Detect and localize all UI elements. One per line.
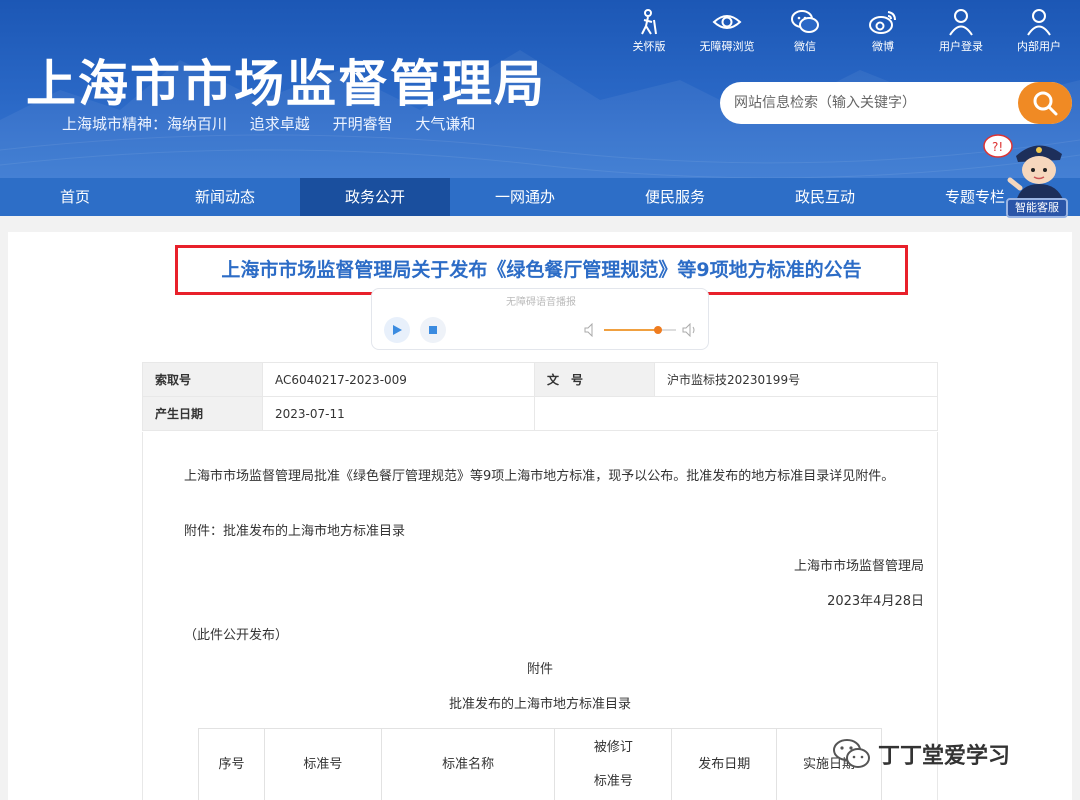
tool-label: 关怀版: [632, 40, 666, 53]
standards-table: 序号 标准号 标准名称 被修订 标准号 发布日期 实施日期: [198, 728, 882, 800]
wechat-icon: [791, 10, 819, 33]
play-button[interactable]: [384, 317, 410, 343]
assistant-avatar-icon: ?!: [983, 134, 1064, 202]
meta-label: 产生日期: [142, 396, 263, 431]
elder-care-button[interactable]: 关怀版: [610, 8, 688, 56]
nav-item-interaction[interactable]: 政民互动: [750, 178, 900, 216]
watermark-text: 丁丁堂爱学习: [878, 744, 1011, 769]
tool-label: 无障碍浏览: [699, 40, 755, 53]
slogan-part: 开明睿智: [332, 115, 393, 133]
table-header: 序号: [198, 728, 265, 800]
meta-index-no: AC6040217-2023-009: [262, 362, 535, 397]
player-title: 无障碍语音播报: [506, 297, 576, 308]
tool-label: 用户登录: [939, 40, 983, 53]
svg-text:?!: ?!: [992, 140, 1003, 154]
slogan-part: 追求卓越: [249, 115, 310, 133]
header-toolbar: 关怀版 无障碍浏览 微信 微博 用户登录 内部用户: [610, 8, 1078, 56]
weibo-button[interactable]: 微博: [844, 8, 922, 56]
volume-low-icon: [584, 323, 593, 337]
play-icon: [393, 325, 402, 335]
site-header: 上海市市场监督管理局 上海城市精神：海纳百川 追求卓越 开明睿智 大气谦和 关怀…: [0, 0, 1080, 178]
meta-doc-no: 沪市监标技20230199号: [654, 362, 938, 397]
smart-assistant[interactable]: ?! 智能客服: [980, 130, 1076, 220]
nav-item-public-service[interactable]: 便民服务: [600, 178, 750, 216]
table-header: 标准名称: [380, 728, 556, 800]
assistant-label: 智能客服: [1006, 198, 1068, 218]
meta-label: 索取号: [142, 362, 263, 397]
table-header: 被修订 标准号: [554, 728, 673, 800]
stop-button[interactable]: [420, 317, 446, 343]
attachment-title: 批准发布的上海市地方标准目录: [448, 697, 631, 712]
site-title: 上海市市场监督管理局: [26, 55, 546, 113]
article-title: 上海市市场监督管理局关于发布《绿色餐厅管理规范》等9项地方标准的公告: [221, 259, 862, 281]
meta-date: 2023-07-11: [262, 396, 535, 431]
weibo-icon: [869, 11, 896, 34]
nav-item-government-affairs[interactable]: 政务公开: [300, 178, 450, 216]
wechat-button[interactable]: 微信: [766, 8, 844, 56]
attachment-heading: 附件: [526, 662, 553, 677]
meta-empty-cell: [654, 396, 938, 431]
slogan-part: 上海城市精神：海纳百川: [62, 115, 228, 133]
volume-knob[interactable]: [654, 326, 662, 334]
meta-empty-cell: [534, 396, 655, 431]
internal-user-button[interactable]: 内部用户: [1000, 8, 1078, 56]
table-header: 标准号: [263, 728, 382, 800]
search-icon: [1033, 91, 1058, 116]
search-input[interactable]: [720, 82, 1016, 124]
tool-label: 内部用户: [1017, 40, 1061, 53]
volume-slider[interactable]: [604, 326, 676, 334]
nav-item-news[interactable]: 新闻动态: [150, 178, 300, 216]
city-slogan: 上海城市精神：海纳百川 追求卓越 开明睿智 大气谦和: [62, 113, 493, 134]
internal-user-icon: [1027, 9, 1051, 36]
article-paragraph: 上海市市场监督管理局批准《绿色餐厅管理规范》等9项上海市地方标准，现予以公布。批…: [184, 469, 895, 484]
signature-date: 2023年4月28日: [827, 594, 924, 609]
eye-icon: [712, 15, 742, 29]
volume-high-icon: [682, 323, 695, 337]
publish-note: （此件公开发布）: [184, 628, 289, 643]
meta-label: 文 号: [534, 362, 655, 397]
volume-fill: [604, 329, 658, 331]
tool-label: 微信: [794, 40, 816, 53]
signature-org: 上海市市场监督管理局: [793, 559, 924, 574]
slogan-part: 大气谦和: [415, 115, 476, 133]
main-nav: 首页 新闻动态 政务公开 一网通办 便民服务 政民互动 专题专栏: [0, 178, 1080, 216]
table-header-row: 序号 标准号 标准名称 被修订 标准号 发布日期 实施日期: [198, 728, 882, 800]
site-search: [720, 82, 1072, 124]
nav-item-one-stop-service[interactable]: 一网通办: [450, 178, 600, 216]
table-header: 发布日期: [671, 728, 778, 800]
user-icon: [949, 9, 973, 36]
search-button[interactable]: [1018, 82, 1072, 124]
document-metadata: 索取号 AC6040217-2023-009 文 号 沪市监标技20230199…: [142, 362, 938, 431]
elder-care-icon: [641, 9, 657, 35]
wechat-watermark: 丁丁堂爱学习: [832, 734, 1010, 774]
voice-player: 无障碍语音播报: [371, 288, 709, 350]
tool-label: 微博: [872, 40, 894, 53]
attachment-link[interactable]: 附件：批准发布的上海市地方标准目录: [184, 521, 405, 542]
accessibility-button[interactable]: 无障碍浏览: [688, 8, 766, 56]
nav-item-home[interactable]: 首页: [0, 178, 150, 216]
user-login-button[interactable]: 用户登录: [922, 8, 1000, 56]
wechat-logo-icon: [833, 739, 870, 768]
stop-icon: [429, 326, 437, 334]
